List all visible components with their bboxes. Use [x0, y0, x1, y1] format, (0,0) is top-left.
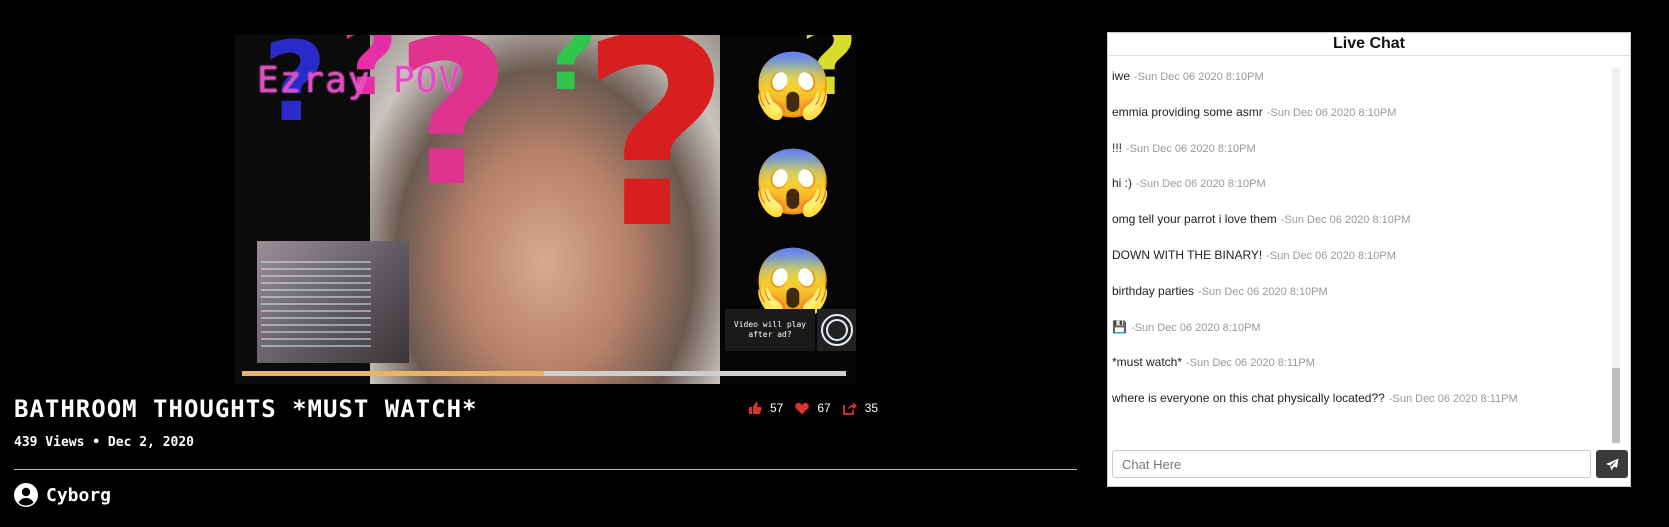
divider: [14, 469, 1077, 470]
user-avatar-icon: [14, 483, 38, 507]
heart-icon: [795, 402, 810, 414]
chat-message-text: !!!: [1112, 140, 1123, 155]
video-overlay-text: Ezray POV: [257, 60, 462, 101]
chat-message: omg tell your parrot i love them -Sun Dec…: [1112, 212, 1410, 226]
chat-scroll-thumb[interactable]: [1612, 368, 1620, 443]
chat-message-time: -Sun Dec 06 2020 8:11PM: [1388, 393, 1518, 406]
picture-in-picture-thumbnail: [257, 241, 409, 363]
chat-message-time: -Sun Dec 06 2020 8:10PM: [1130, 321, 1261, 334]
like-count: 57: [770, 401, 784, 415]
thumbs-up-icon: [749, 402, 762, 414]
chat-message: 💾 -Sun Dec 06 2020 8:10PM: [1112, 320, 1261, 334]
chat-message: hi :) -Sun Dec 06 2020 8:10PM: [1112, 176, 1266, 190]
heart-button[interactable]: 67: [795, 401, 831, 415]
like-button[interactable]: 57: [748, 401, 783, 415]
chat-message-time: -Sun Dec 06 2020 8:10PM: [1134, 71, 1264, 83]
paper-plane-icon: [1605, 458, 1618, 470]
video-meta: 439 Views • Dec 2, 2020: [14, 435, 195, 450]
chat-message-text: DOWN WITH THE BINARY!: [1112, 248, 1263, 262]
channel-link[interactable]: Cyborg: [14, 483, 111, 507]
video-stats: 57 67 35: [748, 401, 884, 415]
chat-message-text: hi :): [1112, 176, 1133, 191]
chat-message-text: where is everyone on this chat physicall…: [1112, 391, 1385, 406]
chat-message: emmia providing some asmr -Sun Dec 06 202…: [1112, 105, 1396, 119]
chat-message: iwe -Sun Dec 06 2020 8:10PM: [1112, 69, 1264, 83]
chat-message: birthday parties -Sun Dec 06 2020 8:10PM: [1112, 284, 1328, 298]
chat-message-text: iwe: [1112, 69, 1131, 83]
screaming-face-icon: 😱: [753, 146, 833, 218]
ad-loading-icon[interactable]: [817, 309, 856, 351]
ad-notice: Video will play after ad?: [725, 309, 815, 351]
chat-message-time: -Sun Dec 06 2020 8:10PM: [1136, 178, 1266, 191]
chat-message-time: -Sun Dec 06 2020 8:11PM: [1186, 357, 1315, 370]
chat-message-time: -Sun Dec 06 2020 8:10PM: [1126, 142, 1256, 155]
send-button[interactable]: [1596, 450, 1628, 478]
chat-message: !!! -Sun Dec 06 2020 8:10PM: [1112, 141, 1256, 155]
channel-name: Cyborg: [46, 484, 112, 506]
video-progress-bar[interactable]: [242, 371, 846, 376]
video-player[interactable]: ? ? ? ? ? ? Ezray POV 😱 😱 😱 Video will p…: [235, 35, 856, 384]
chat-title: Live Chat: [1108, 33, 1630, 56]
heart-count: 67: [817, 401, 831, 415]
share-button[interactable]: 35: [842, 401, 879, 415]
video-title: BATHROOM THOUGHTS *MUST WATCH*: [14, 395, 478, 423]
chat-message-text: 💾: [1112, 319, 1127, 334]
chat-message-time: -Sun Dec 06 2020 8:10PM: [1266, 106, 1397, 119]
chat-message-text: omg tell your parrot i love them: [1112, 212, 1277, 227]
red-question-mark-icon: ?: [580, 35, 731, 286]
screaming-face-icon: 😱: [753, 49, 833, 121]
video-progress-fill: [242, 371, 544, 376]
chat-message-text: *must watch*: [1112, 355, 1183, 370]
chat-message-text: birthday parties: [1112, 283, 1195, 298]
chat-message-time: -Sun Dec 06 2020 8:10PM: [1280, 214, 1411, 227]
live-chat-panel: Live Chat iwe -Sun Dec 06 2020 8:10PM emmi…: [1107, 32, 1631, 487]
chat-message-time: -Sun Dec 06 2020 8:10PM: [1198, 285, 1328, 298]
chat-message-text: emmia providing some asmr: [1112, 104, 1263, 119]
chat-message-time: -Sun Dec 06 2020 8:10PM: [1266, 250, 1396, 262]
share-icon: [842, 402, 857, 415]
chat-message-list[interactable]: iwe -Sun Dec 06 2020 8:10PM emmia providin…: [1108, 56, 1616, 456]
chat-message: DOWN WITH THE BINARY! -Sun Dec 06 2020 8:…: [1112, 248, 1396, 262]
chat-scrollbar[interactable]: [1612, 68, 1620, 443]
chat-message: where is everyone on this chat physicall…: [1112, 391, 1518, 405]
chat-input[interactable]: [1112, 450, 1591, 478]
screaming-face-icon: 😱: [753, 245, 833, 317]
chat-message: *must watch* -Sun Dec 06 2020 8:11PM: [1112, 355, 1315, 369]
share-count: 35: [864, 401, 879, 415]
